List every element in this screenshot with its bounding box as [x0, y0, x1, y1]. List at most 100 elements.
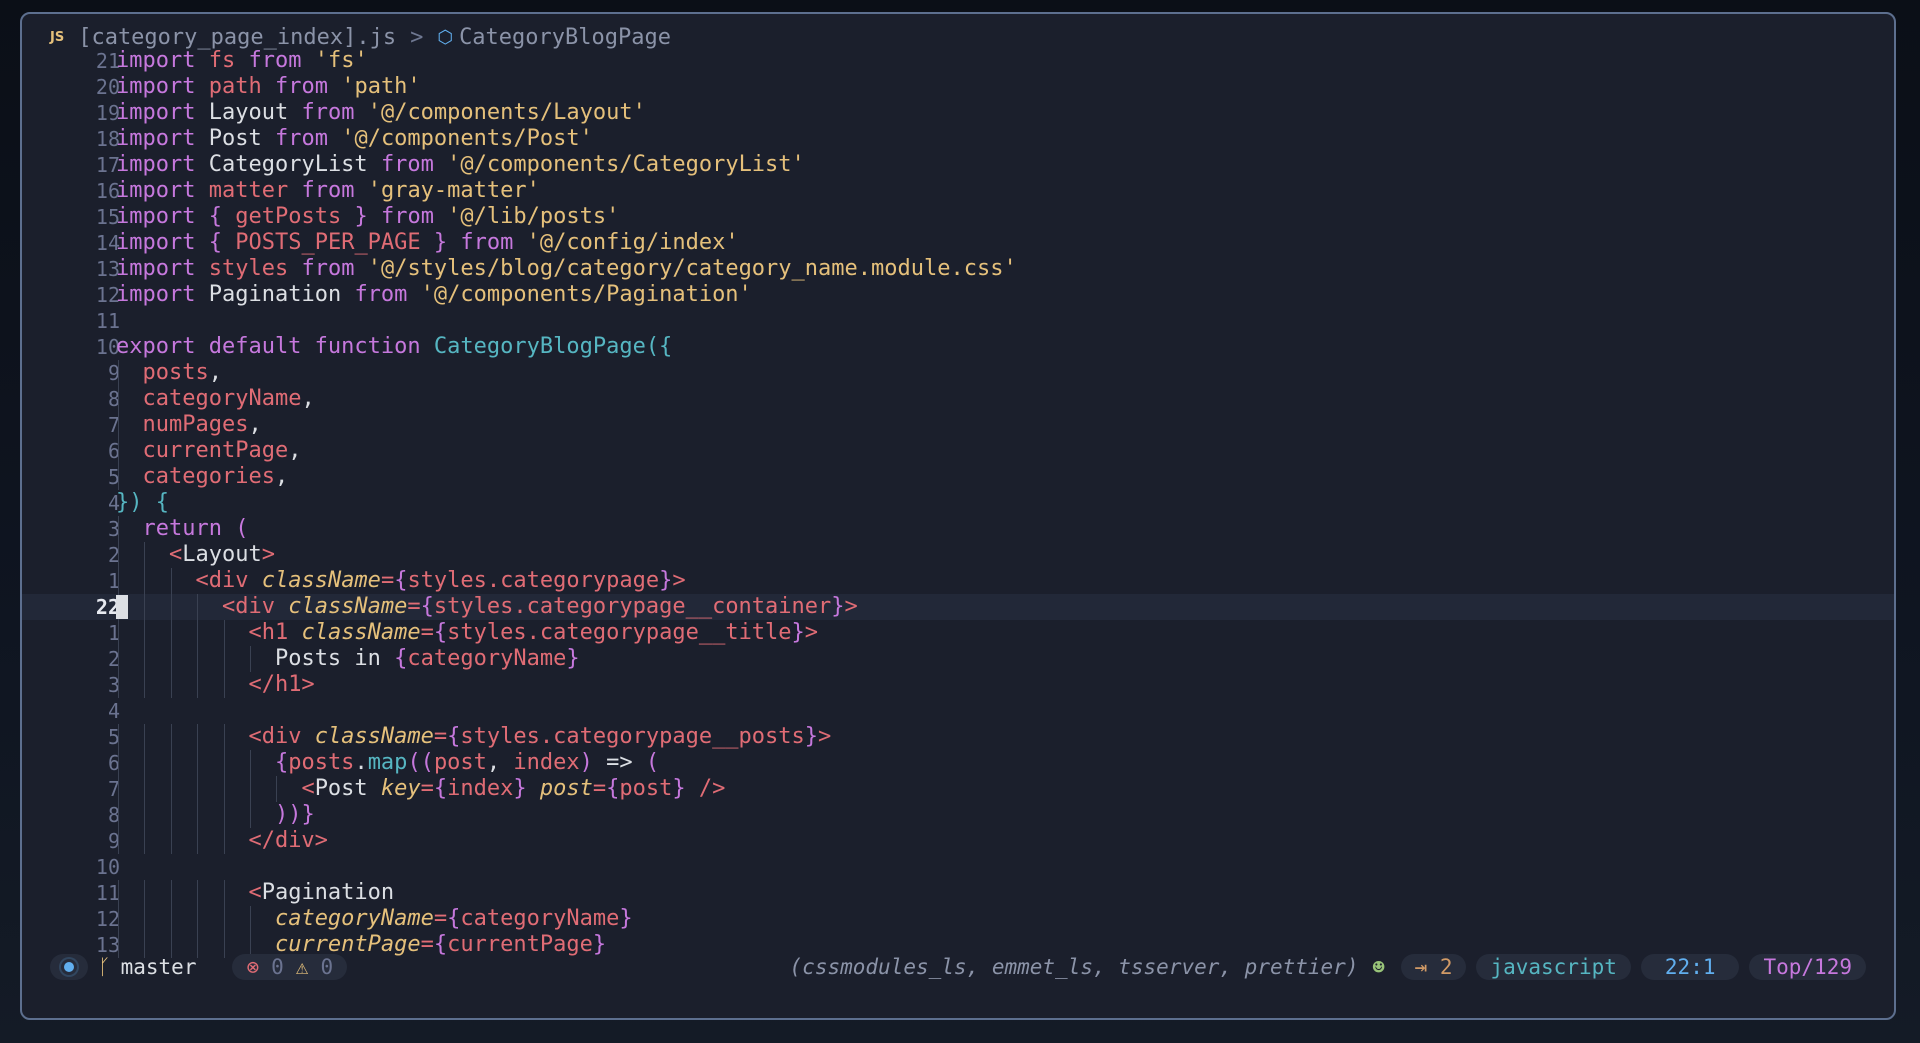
code-text: Posts in {categoryName}	[274, 646, 580, 671]
line-number: 8	[107, 803, 120, 827]
code-line[interactable]: 21 import fs from 'fs'	[22, 48, 1894, 74]
code-line[interactable]: 5 <div className={styles.categorypage__p…	[22, 724, 1894, 750]
line-number: 9	[107, 829, 120, 853]
error-icon: ⊗	[246, 955, 260, 979]
warning-count: 0	[320, 955, 334, 979]
line-number: 5	[107, 725, 120, 749]
line-number: 7	[107, 777, 120, 801]
git-branch-icon: ᚴ	[98, 955, 111, 979]
code-line[interactable]: 2 <Layout>	[22, 542, 1894, 568]
code-line[interactable]: 3 return (	[22, 516, 1894, 542]
line-number: 14	[95, 231, 120, 255]
mode-dot-icon	[64, 962, 74, 972]
code-text: <div className={styles.categorypage__con…	[221, 594, 858, 619]
code-line[interactable]: 10	[22, 854, 1894, 880]
line-number: 1	[107, 621, 120, 645]
code-line[interactable]: 11	[22, 308, 1894, 334]
diagnostics[interactable]: ⊗ 0 ⚠ 0	[232, 954, 348, 980]
code-text: return (	[142, 516, 249, 541]
code-line[interactable]: 11 <Pagination	[22, 880, 1894, 906]
git-branch[interactable]: master	[121, 955, 197, 979]
code-text: {posts.map((post, index) => (	[274, 750, 660, 775]
warning-icon: ⚠	[295, 955, 309, 979]
line-number: 17	[95, 153, 120, 177]
line-number: 2	[107, 543, 120, 567]
code-line[interactable]: 9 posts,	[22, 360, 1894, 386]
code-line[interactable]: 2 Posts in {categoryName}	[22, 646, 1894, 672]
code-line[interactable]: 7 <Post key={index} post={post} />	[22, 776, 1894, 802]
line-number: 3	[107, 517, 120, 541]
code-line[interactable]: 3 </h1>	[22, 672, 1894, 698]
copilot-icon[interactable]: ☻	[1372, 955, 1384, 979]
code-line[interactable]: 19 import Layout from '@/components/Layou…	[22, 100, 1894, 126]
code-line[interactable]: 6 {posts.map((post, index) => (	[22, 750, 1894, 776]
line-number: 13	[95, 257, 120, 281]
code-text: <Post key={index} post={post} />	[301, 776, 726, 801]
breadcrumb-file[interactable]: [category_page_index].js	[78, 25, 396, 50]
code-text: posts,	[142, 360, 222, 385]
line-number: 19	[95, 101, 120, 125]
code-text: </div>	[248, 828, 328, 853]
code-text: ))}	[274, 802, 315, 827]
code-line[interactable]: 15 import { getPosts } from '@/lib/posts'	[22, 204, 1894, 230]
code-line[interactable]: 8 categoryName,	[22, 386, 1894, 412]
code-line[interactable]: 4	[22, 698, 1894, 724]
line-number: 7	[107, 413, 120, 437]
code-line[interactable]: 10 export default function CategoryBlogPa…	[22, 334, 1894, 360]
code-text: import matter from 'gray-matter'	[116, 178, 540, 203]
code-line[interactable]: 12 categoryName={categoryName}	[22, 906, 1894, 932]
code-text: categoryName,	[142, 386, 315, 411]
code-line[interactable]: 20 import path from 'path'	[22, 74, 1894, 100]
code-text: </h1>	[248, 672, 315, 697]
code-text: import { getPosts } from '@/lib/posts'	[116, 204, 620, 229]
line-number: 6	[107, 439, 120, 463]
line-number: 11	[95, 881, 120, 905]
code-line[interactable]: 1 <h1 className={styles.categorypage__ti…	[22, 620, 1894, 646]
line-number: 22	[95, 595, 120, 619]
code-line[interactable]: 17 import CategoryList from '@/components…	[22, 152, 1894, 178]
line-number: 18	[95, 127, 120, 151]
code-text: <h1 className={styles.categorypage__titl…	[248, 620, 819, 645]
code-text: import path from 'path'	[116, 74, 421, 99]
code-line[interactable]: 1 <div className={styles.categorypage}>	[22, 568, 1894, 594]
code-text: import styles from '@/styles/blog/catego…	[116, 256, 1017, 281]
code-line[interactable]: 13 import styles from '@/styles/blog/cate…	[22, 256, 1894, 282]
code-line[interactable]: 12 import Pagination from '@/components/P…	[22, 282, 1894, 308]
current-code-line[interactable]: 22 <div className={styles.categorypage__…	[22, 594, 1894, 620]
code-line[interactable]: 8 ))}	[22, 802, 1894, 828]
line-number: 21	[95, 49, 120, 73]
code-line[interactable]: 16 import matter from 'gray-matter'	[22, 178, 1894, 204]
language-mode[interactable]: javascript	[1476, 954, 1631, 980]
javascript-file-icon: JS	[50, 29, 65, 45]
line-number: 3	[107, 673, 120, 697]
code-line[interactable]: 7 numPages,	[22, 412, 1894, 438]
code-text: <Layout>	[168, 542, 275, 567]
code-text: import fs from 'fs'	[116, 48, 368, 73]
code-line[interactable]: 5 categories,	[22, 464, 1894, 490]
code-editor[interactable]: 21 import fs from 'fs' 20 import path from …	[22, 48, 1894, 968]
code-text: numPages,	[142, 412, 262, 437]
code-text: }) {	[116, 490, 169, 515]
code-text: categoryName={categoryName}	[274, 906, 633, 931]
code-text: <div className={styles.categorypage__pos…	[248, 724, 832, 749]
breadcrumb-symbol[interactable]: CategoryBlogPage	[459, 25, 671, 50]
code-line[interactable]: 4}) {	[22, 490, 1894, 516]
line-number: 4	[107, 699, 120, 723]
line-number: 10	[95, 335, 120, 359]
line-number: 11	[95, 309, 120, 333]
line-number: 10	[95, 855, 120, 879]
code-line[interactable]: 9 </div>	[22, 828, 1894, 854]
line-number: 12	[95, 283, 120, 307]
line-number: 6	[107, 751, 120, 775]
line-number: 12	[95, 907, 120, 931]
scroll-position: Top/129	[1749, 954, 1866, 980]
line-number: 2	[107, 647, 120, 671]
code-line[interactable]: 18 import Post from '@/components/Post'	[22, 126, 1894, 152]
code-text: import { POSTS_PER_PAGE } from '@/config…	[116, 230, 739, 255]
line-number: 8	[107, 387, 120, 411]
indent-setting[interactable]: ⇥ 2	[1400, 954, 1467, 980]
code-line[interactable]: 14 import { POSTS_PER_PAGE } from '@/conf…	[22, 230, 1894, 256]
line-number: 4	[107, 491, 120, 515]
line-number: 5	[107, 465, 120, 489]
code-line[interactable]: 6 currentPage,	[22, 438, 1894, 464]
